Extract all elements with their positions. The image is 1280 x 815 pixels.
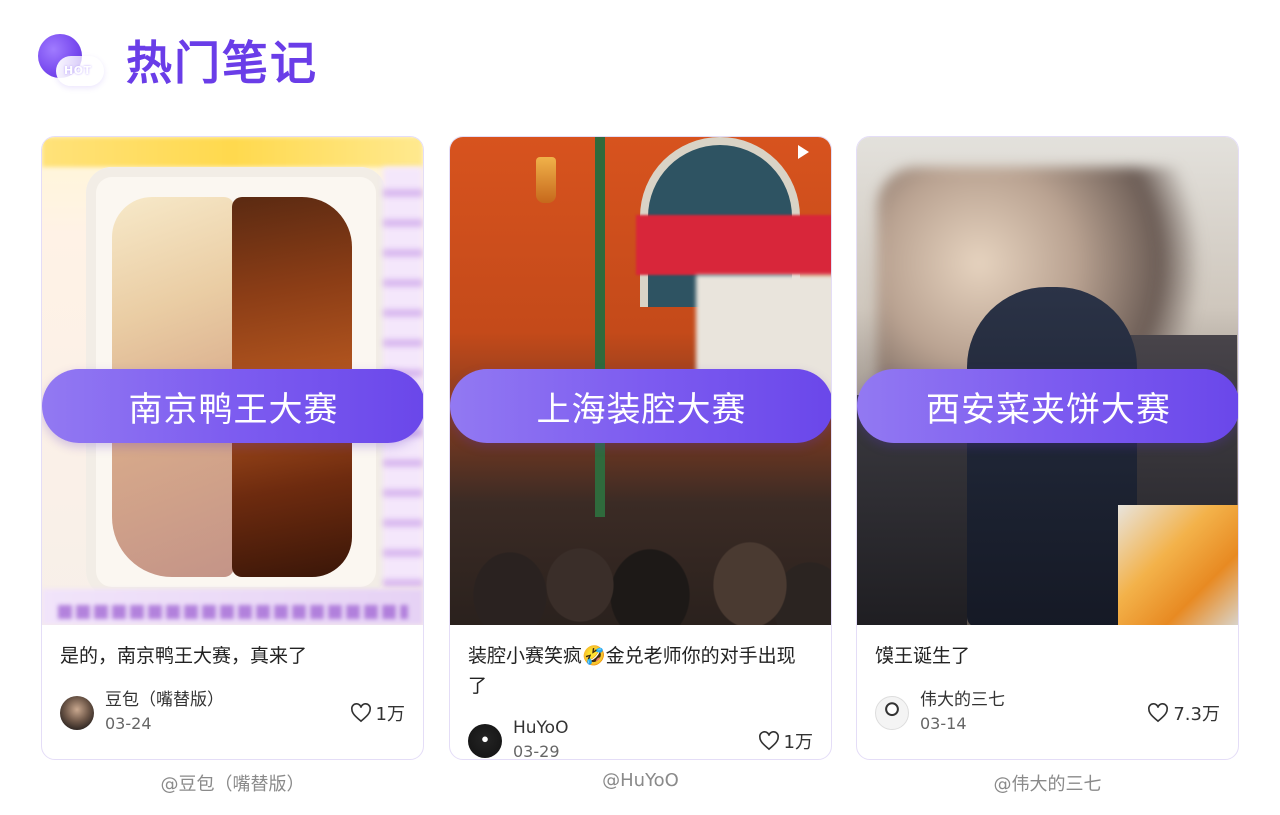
section-header: HOT 热门笔记 [38, 30, 318, 90]
avatar[interactable] [468, 724, 502, 758]
page-title: 热门笔记 [126, 36, 318, 90]
image-credit: @豆包（嘴替版） [160, 774, 305, 795]
author-name[interactable]: HuYoO [513, 717, 568, 739]
author-name[interactable]: 伟大的三七 [920, 689, 1005, 711]
note-description[interactable]: 装腔小赛笑疯🤣金兑老师你的对手出现了 [468, 641, 813, 701]
note-card[interactable]: 上海装腔大赛 装腔小赛笑疯🤣金兑老师你的对手出现了 HuYoO 03-29 1万 [449, 136, 832, 760]
post-date: 03-14 [920, 714, 967, 733]
note-title-pill: 上海装腔大赛 [450, 369, 831, 443]
hot-badge-icon: HOT [38, 30, 104, 90]
video-play-icon [798, 145, 809, 159]
like-button[interactable]: 1万 [350, 700, 405, 726]
author-name[interactable]: 豆包（嘴替版） [105, 689, 224, 711]
author-row: 伟大的三七 03-14 7.3万 [875, 689, 1220, 737]
note-description[interactable]: 是的，南京鸭王大赛，真来了 [60, 641, 405, 671]
like-button[interactable]: 1万 [758, 728, 813, 754]
like-button[interactable]: 7.3万 [1147, 700, 1220, 726]
note-card[interactable]: 西安菜夹饼大赛 馍王诞生了 伟大的三七 03-14 7.3万 [856, 136, 1239, 760]
like-count: 1万 [375, 704, 405, 725]
heart-icon [350, 703, 371, 723]
note-title-pill: 西安菜夹饼大赛 [857, 369, 1238, 443]
heart-icon [758, 731, 779, 751]
like-count: 1万 [783, 732, 813, 753]
author-row: HuYoO 03-29 1万 [468, 717, 813, 760]
like-count: 7.3万 [1173, 704, 1220, 725]
note-card[interactable]: 南京鸭王大赛 是的，南京鸭王大赛，真来了 豆包（嘴替版） 03-24 1万 [41, 136, 424, 760]
heart-icon [1148, 703, 1169, 723]
image-credit: @HuYoO [602, 770, 679, 791]
note-description[interactable]: 馍王诞生了 [875, 641, 1220, 671]
image-credit: @伟大的三七 [993, 774, 1102, 795]
author-row: 豆包（嘴替版） 03-24 1万 [60, 689, 405, 737]
avatar[interactable] [875, 696, 909, 730]
avatar[interactable] [60, 696, 94, 730]
post-date: 03-29 [513, 742, 560, 760]
note-title-pill: 南京鸭王大赛 [42, 369, 423, 443]
post-date: 03-24 [105, 714, 152, 733]
hot-badge-text: HOT [64, 64, 92, 77]
